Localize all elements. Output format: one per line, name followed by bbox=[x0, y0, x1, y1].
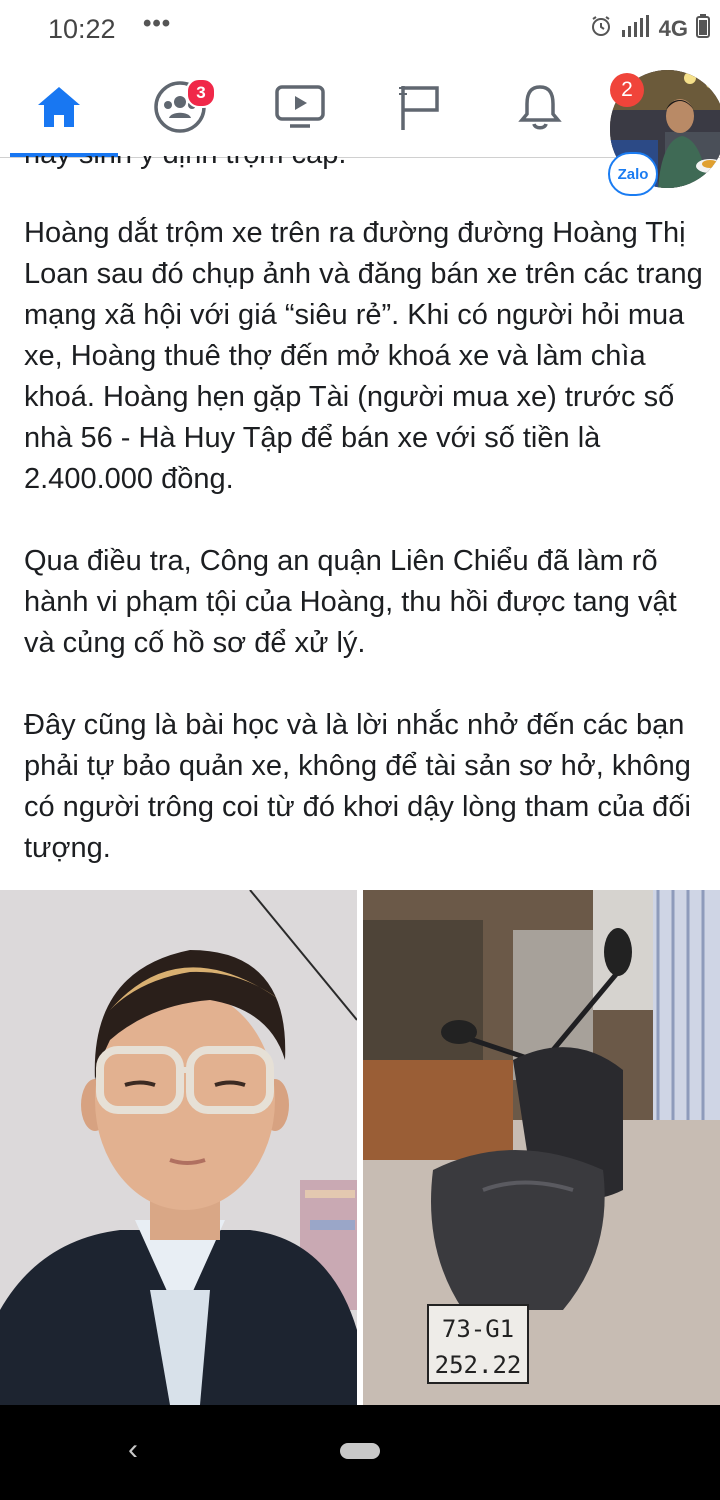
article-body: Hoàng dắt trộm xe trên ra đường đường Ho… bbox=[24, 213, 704, 910]
bell-icon bbox=[517, 82, 563, 137]
article-paragraph: Đây cũng là bài học và là lời nhắc nhở đ… bbox=[24, 709, 691, 864]
home-button[interactable] bbox=[340, 1443, 380, 1459]
back-button[interactable]: ‹ bbox=[128, 1433, 138, 1467]
plate-line-2: 252.22 bbox=[435, 1351, 522, 1379]
notification-dots: ••• bbox=[143, 10, 172, 37]
groups-badge: 3 bbox=[186, 78, 216, 108]
plate-line-1: 73-G1 bbox=[442, 1315, 514, 1343]
tab-home[interactable] bbox=[4, 62, 118, 157]
chat-head-badge: 2 bbox=[610, 73, 644, 107]
zalo-logo: Zalo bbox=[608, 152, 658, 196]
tab-pages[interactable] bbox=[365, 62, 475, 157]
motorbike-scene: 73-G1 252.22 bbox=[363, 890, 720, 1405]
signal-icon bbox=[621, 14, 651, 43]
network-type: 4G bbox=[658, 15, 688, 41]
post-photos: 73-G1 252.22 bbox=[0, 890, 720, 1405]
tab-groups[interactable]: 3 bbox=[125, 62, 235, 157]
home-icon bbox=[34, 83, 84, 136]
status-time: 10:22 bbox=[48, 14, 116, 44]
watch-icon bbox=[274, 84, 326, 135]
android-navigation-bar: ‹ bbox=[0, 1405, 720, 1500]
tab-notifications[interactable] bbox=[485, 62, 595, 157]
tab-watch[interactable] bbox=[245, 62, 355, 157]
suspect-portrait bbox=[0, 890, 357, 1405]
motorbike-photo[interactable]: 73-G1 252.22 bbox=[363, 890, 720, 1405]
article-paragraph: Qua điều tra, Công an quận Liên Chiểu đã… bbox=[24, 545, 677, 659]
battery-icon bbox=[696, 14, 710, 43]
article-paragraph: Hoàng dắt trộm xe trên ra đường đường Ho… bbox=[24, 217, 703, 495]
status-bar: 10:22 ••• 4G bbox=[0, 0, 720, 62]
status-icons: 4G bbox=[589, 14, 710, 43]
suspect-photo[interactable] bbox=[0, 890, 357, 1405]
flag-icon bbox=[397, 82, 443, 137]
alarm-icon bbox=[589, 14, 613, 43]
